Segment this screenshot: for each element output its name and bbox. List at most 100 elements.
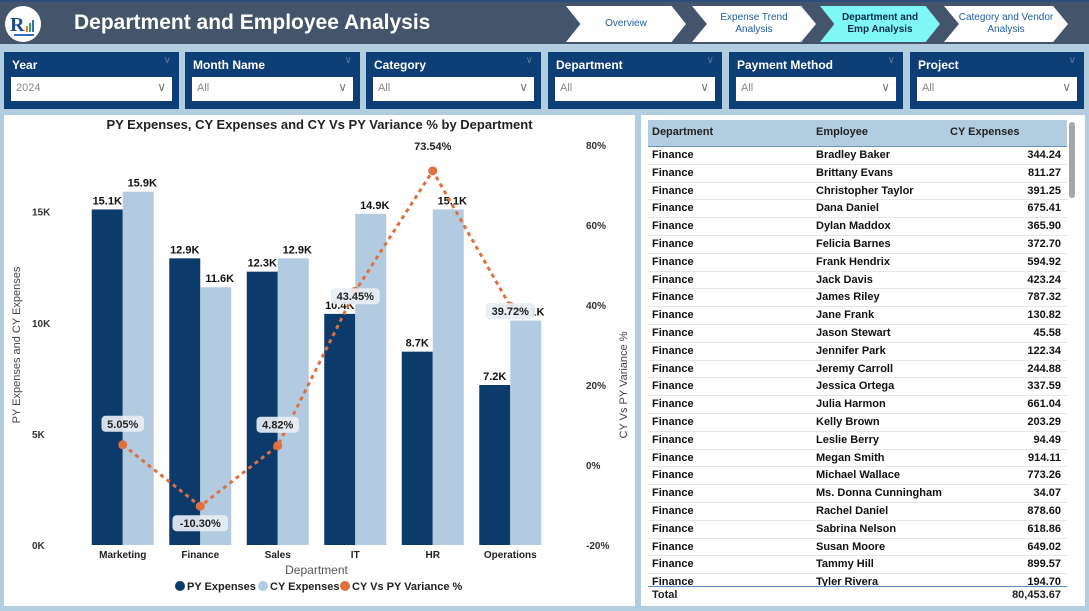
chevron-down-icon[interactable]: ∨ xyxy=(338,80,347,94)
cell-cy-expenses: 337.59 xyxy=(1027,380,1061,393)
cell-cy-expenses: 130.82 xyxy=(1027,309,1061,322)
collapse-chevron-icon[interactable]: ∨ xyxy=(345,55,352,66)
cell-cy-expenses: 34.07 xyxy=(1033,487,1061,500)
y2-tick-label: 20% xyxy=(586,381,606,392)
employee-expenses-table: Department Employee CY Expenses Finance B… xyxy=(641,115,1085,606)
cell-department: Finance xyxy=(652,202,694,215)
y-tick-label: 0K xyxy=(32,541,46,552)
table-row[interactable]: Finance Rachel Daniel 878.60 xyxy=(648,503,1067,521)
chevron-down-icon[interactable]: ∨ xyxy=(157,80,166,94)
cell-department: Finance xyxy=(652,398,694,411)
slicer-year: Year ∨ 2024 ∨ xyxy=(4,52,179,109)
month-name-dropdown[interactable]: All ∨ xyxy=(192,77,353,101)
table-row[interactable]: Finance Sabrina Nelson 618.86 xyxy=(648,521,1067,539)
cy-expenses-bar xyxy=(200,287,232,545)
cell-cy-expenses: 773.26 xyxy=(1027,469,1061,482)
table-row[interactable]: Finance Tyler Rivera 194.70 xyxy=(648,574,1067,586)
table-row[interactable]: Finance Jack Davis 423.24 xyxy=(648,272,1067,290)
chevron-down-icon[interactable]: ∨ xyxy=(1062,80,1071,94)
variance-data-label: 43.45% xyxy=(337,291,375,303)
chevron-down-icon[interactable]: ∨ xyxy=(700,80,709,94)
table-row[interactable]: Finance Jessica Ortega 337.59 xyxy=(648,378,1067,397)
legend-variance-label: CY Vs PY Variance % xyxy=(352,581,462,593)
y2-axis-title: CY Vs PY Variance % xyxy=(618,331,630,438)
category-dropdown[interactable]: All ∨ xyxy=(373,77,534,101)
nav-expense-trend-analysis[interactable]: Expense Trend Analysis xyxy=(692,6,816,42)
py-data-label: 12.3K xyxy=(248,258,277,270)
cell-employee: Jennifer Park xyxy=(816,344,886,357)
legend-py-marker xyxy=(175,581,185,591)
payment-method-dropdown[interactable]: All ∨ xyxy=(736,77,896,101)
collapse-chevron-icon[interactable]: ∨ xyxy=(1069,55,1076,66)
nav-overview[interactable]: Overview xyxy=(566,6,686,42)
collapse-chevron-icon[interactable]: ∨ xyxy=(526,55,533,66)
py-expenses-bar xyxy=(169,258,201,545)
table-row[interactable]: Finance Dylan Maddox 365.90 xyxy=(648,218,1067,236)
collapse-chevron-icon[interactable]: ∨ xyxy=(707,55,714,66)
variance-data-label: 5.05% xyxy=(107,419,138,431)
cy-expenses-bar xyxy=(122,191,154,545)
cell-cy-expenses: 649.02 xyxy=(1027,540,1061,553)
year-dropdown[interactable]: 2024 ∨ xyxy=(11,77,172,101)
cell-employee: Kelly Brown xyxy=(816,415,880,428)
slicer-project: Project ∨ All ∨ xyxy=(910,52,1084,109)
nav-category-vendor-analysis[interactable]: Category and Vendor Analysis xyxy=(944,6,1068,42)
cell-department: Finance xyxy=(652,166,694,179)
collapse-chevron-icon[interactable]: ∨ xyxy=(164,55,171,66)
table-row[interactable]: Finance Megan Smith 914.11 xyxy=(648,450,1067,468)
variance-data-label: 39.72% xyxy=(492,306,530,318)
table-scrollbar[interactable] xyxy=(1069,122,1075,198)
project-dropdown[interactable]: All ∨ xyxy=(917,77,1077,101)
cell-cy-expenses: 423.24 xyxy=(1027,273,1061,286)
legend-variance-marker xyxy=(340,581,350,591)
table-row[interactable]: Finance Tammy Hill 899.57 xyxy=(648,556,1067,575)
y2-tick-label: 80% xyxy=(586,141,606,152)
cell-department: Finance xyxy=(652,326,694,339)
department-dropdown[interactable]: All ∨ xyxy=(555,77,715,101)
slicer-department: Department ∨ All ∨ xyxy=(548,52,722,109)
table-row[interactable]: Finance Bradley Baker 344.24 xyxy=(648,147,1067,165)
table-row[interactable]: Finance Jane Frank 130.82 xyxy=(648,307,1067,325)
x-tick-label: Sales xyxy=(265,550,292,561)
py-expenses-bar xyxy=(324,313,356,545)
cell-department: Finance xyxy=(652,576,694,586)
table-row[interactable]: Finance Jeremy Carroll 244.88 xyxy=(648,361,1067,379)
cell-cy-expenses: 365.90 xyxy=(1027,220,1061,233)
cell-cy-expenses: 675.41 xyxy=(1027,202,1061,215)
cell-department: Finance xyxy=(652,255,694,268)
cell-department: Finance xyxy=(652,433,694,446)
table-row[interactable]: Finance Leslie Berry 94.49 xyxy=(648,432,1067,450)
table-row[interactable]: Finance Ms. Donna Cunningham 34.07 xyxy=(648,485,1067,503)
table-row[interactable]: Finance Jason Stewart 45.58 xyxy=(648,325,1067,343)
cy-data-label: 12.9K xyxy=(283,244,312,256)
cell-department: Finance xyxy=(652,184,694,197)
cell-employee: Brittany Evans xyxy=(816,166,894,179)
column-header-cy-expenses[interactable]: CY Expenses xyxy=(950,126,1020,138)
table-row[interactable]: Finance Julia Harmon 661.04 xyxy=(648,396,1067,414)
chevron-down-icon[interactable]: ∨ xyxy=(881,80,890,94)
table-row[interactable]: Finance Dana Daniel 675.41 xyxy=(648,200,1067,219)
table-row[interactable]: Finance Kelly Brown 203.29 xyxy=(648,414,1067,432)
cell-employee: Jason Stewart xyxy=(816,326,891,339)
table-row[interactable]: Finance Michael Wallace 773.26 xyxy=(648,467,1067,486)
cell-department: Finance xyxy=(652,522,694,535)
column-header-employee[interactable]: Employee xyxy=(816,126,868,138)
table-row[interactable]: Finance Christopher Taylor 391.25 xyxy=(648,183,1067,201)
cell-cy-expenses: 344.24 xyxy=(1027,149,1061,161)
cy-data-label: 15.9K xyxy=(128,178,157,190)
table-row[interactable]: Finance Susan Moore 649.02 xyxy=(648,539,1067,557)
table-row[interactable]: Finance James Riley 787.32 xyxy=(648,289,1067,308)
table-row[interactable]: Finance Jennifer Park 122.34 xyxy=(648,343,1067,361)
legend-cy-marker xyxy=(258,581,268,591)
column-header-department[interactable]: Department xyxy=(652,126,713,138)
table-row[interactable]: Finance Frank Hendrix 594.92 xyxy=(648,254,1067,272)
table-row[interactable]: Finance Brittany Evans 811.27 xyxy=(648,165,1067,183)
cy-expenses-bar xyxy=(355,213,387,545)
variance-data-label: -10.30% xyxy=(180,518,221,530)
nav-department-emp-analysis[interactable]: Department and Emp Analysis xyxy=(820,6,940,42)
collapse-chevron-icon[interactable]: ∨ xyxy=(888,55,895,66)
page-title: Department and Employee Analysis xyxy=(74,11,431,34)
chevron-down-icon[interactable]: ∨ xyxy=(519,80,528,94)
table-row[interactable]: Finance Felicia Barnes 372.70 xyxy=(648,236,1067,254)
dropdown-value: All xyxy=(922,82,935,94)
